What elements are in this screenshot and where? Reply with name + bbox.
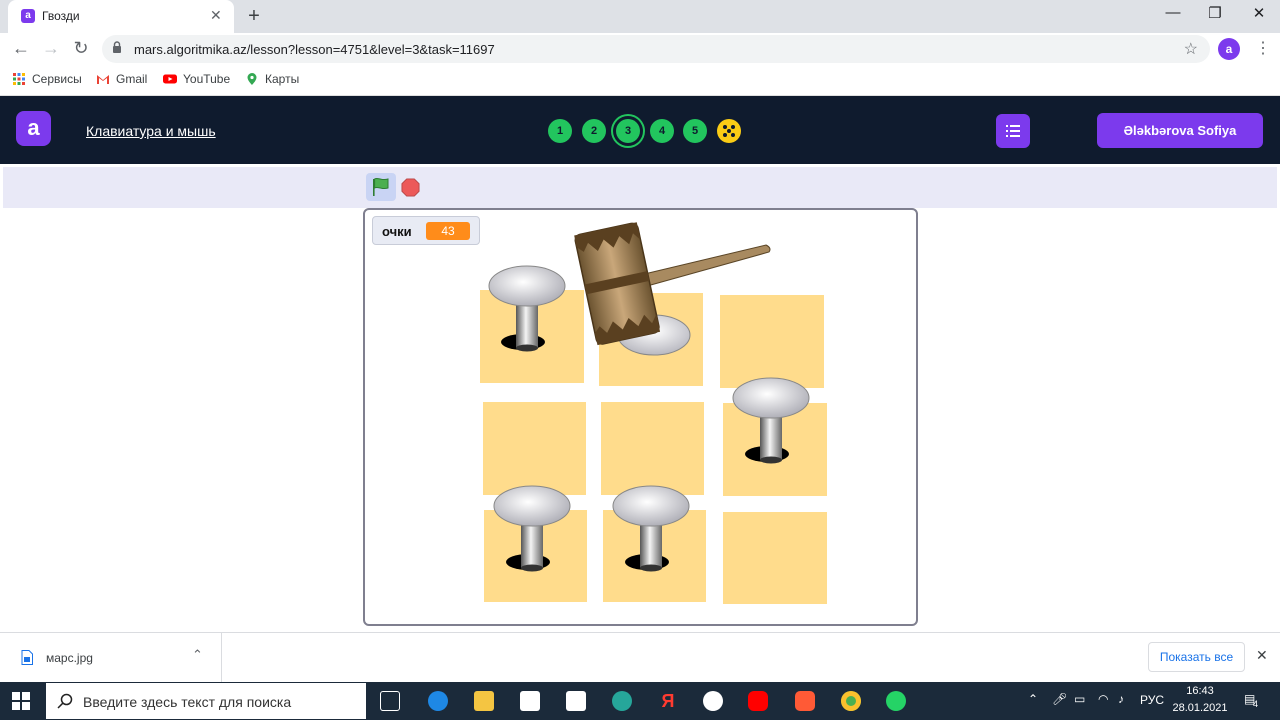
bookmark-star-icon[interactable]: ☆: [1184, 39, 1198, 59]
bookmark-label: Карты: [265, 72, 300, 86]
score-monitor: очки 43: [372, 216, 480, 245]
stage-controls-bar: [3, 167, 1277, 208]
score-value: 43: [426, 222, 470, 240]
list-icon: [1006, 125, 1020, 137]
level-1-button[interactable]: 1: [548, 119, 572, 143]
apps-grid-icon: [13, 73, 25, 85]
stop-button[interactable]: [401, 178, 420, 197]
download-item[interactable]: марс.jpg ⌃: [0, 633, 222, 683]
notification-count: 4: [1253, 699, 1259, 709]
youtube-app-icon[interactable]: [748, 691, 768, 711]
bookmark-maps[interactable]: Карты: [245, 72, 299, 86]
search-icon: [57, 693, 73, 709]
address-bar-row: ← → ↻ mars.algoritmika.az/lesson?lesson=…: [0, 33, 1280, 64]
lock-icon: [113, 41, 121, 53]
windows-start-icon[interactable]: [12, 692, 30, 710]
bookmark-label: Gmail: [116, 72, 148, 86]
show-all-downloads-button[interactable]: Показать все: [1148, 642, 1245, 672]
nail-sprite-r1c1[interactable]: [487, 262, 571, 358]
dice-icon: [723, 125, 735, 137]
close-download-bar-icon[interactable]: ✕: [1256, 647, 1268, 664]
download-file-name: марс.jpg: [46, 651, 93, 665]
reload-icon[interactable]: ↻: [70, 38, 92, 59]
search-placeholder: Введите здесь текст для поиска: [83, 694, 292, 710]
clock-date[interactable]: 28.01.2021: [1172, 702, 1228, 714]
course-title-link[interactable]: Клавиатура и мышь: [86, 123, 216, 139]
edge-new-icon[interactable]: [612, 691, 632, 711]
mail-icon[interactable]: [566, 691, 586, 711]
new-tab-button[interactable]: +: [244, 5, 264, 28]
bookmarks-bar: Сервисы Gmail YouTube Карты: [0, 64, 1280, 96]
language-indicator[interactable]: РУС: [1140, 693, 1164, 707]
tab-close-icon[interactable]: ✕: [210, 7, 222, 24]
url-text: mars.algoritmika.az/lesson?lesson=4751&l…: [134, 42, 495, 57]
chrome-icon[interactable]: [841, 691, 861, 711]
yandex-icon[interactable]: Я: [658, 691, 678, 711]
browser-tab[interactable]: a Гвозди ✕: [8, 0, 234, 33]
tab-favicon-icon: a: [21, 9, 35, 23]
nail-sprite-r3c1[interactable]: [492, 482, 576, 578]
file-explorer-icon[interactable]: [474, 691, 494, 711]
bookmark-label: YouTube: [183, 72, 231, 86]
edge-icon[interactable]: [428, 691, 448, 711]
taskbar-search-input[interactable]: Введите здесь текст для поиска: [46, 683, 366, 719]
maps-pin-icon: [247, 73, 257, 85]
battery-icon[interactable]: ▭: [1074, 692, 1085, 706]
green-flag-button[interactable]: [366, 173, 396, 201]
bookmark-gmail[interactable]: Gmail: [96, 72, 147, 86]
level-4-button[interactable]: 4: [650, 119, 674, 143]
level-3-button[interactable]: 3: [616, 119, 640, 143]
tray-chevron-icon[interactable]: ⌃: [1028, 692, 1038, 706]
minimize-button[interactable]: —: [1158, 4, 1188, 21]
wifi-icon[interactable]: ◠: [1098, 692, 1108, 706]
kebab-menu-icon[interactable]: ⋮: [1255, 38, 1271, 58]
hammer-sprite[interactable]: [566, 218, 776, 348]
clock-time[interactable]: 16:43: [1176, 685, 1224, 697]
nail-sprite-r3c2[interactable]: [611, 482, 695, 578]
url-field[interactable]: mars.algoritmika.az/lesson?lesson=4751&l…: [102, 35, 1210, 63]
close-window-button[interactable]: ✕: [1244, 4, 1274, 22]
level-2-button[interactable]: 2: [582, 119, 606, 143]
volume-icon[interactable]: ♪: [1118, 692, 1124, 706]
score-label: очки: [382, 224, 412, 239]
microphone-icon[interactable]: 🎤︎: [1052, 692, 1067, 706]
download-bar: марс.jpg ⌃ Показать все ✕: [0, 632, 1280, 683]
store-icon[interactable]: [520, 691, 540, 711]
gmail-icon: [97, 75, 109, 84]
bookmark-services[interactable]: Сервисы: [12, 72, 82, 86]
tab-title: Гвозди: [42, 9, 80, 23]
back-arrow-icon[interactable]: ←: [10, 38, 32, 59]
screen-recorder-icon[interactable]: [795, 691, 815, 711]
profile-avatar[interactable]: a: [1218, 38, 1240, 60]
level-5-button[interactable]: 5: [683, 119, 707, 143]
chevron-up-icon[interactable]: ⌃: [192, 647, 203, 663]
notifications-icon[interactable]: ▤ 4: [1240, 692, 1262, 710]
whatsapp-icon[interactable]: [886, 691, 906, 711]
nail-sprite-r2c3[interactable]: [731, 374, 815, 470]
youtube-icon: [163, 74, 177, 84]
green-flag-icon: [373, 177, 389, 196]
google-icon[interactable]: [703, 691, 723, 711]
image-file-icon: [21, 650, 33, 665]
algoritmika-logo[interactable]: a: [16, 111, 51, 146]
bonus-level-button[interactable]: [717, 119, 741, 143]
task-view-icon[interactable]: [380, 691, 400, 711]
app-header: a Клавиатура и мышь: [0, 96, 1280, 164]
bookmark-youtube[interactable]: YouTube: [163, 72, 230, 86]
browser-tab-strip: a Гвозди ✕ + — ❐ ✕: [0, 0, 1280, 33]
bookmark-label: Сервисы: [32, 72, 82, 86]
forward-arrow-icon[interactable]: →: [40, 38, 62, 59]
maximize-button[interactable]: ❐: [1200, 4, 1230, 22]
user-profile-button[interactable]: Ələkbərova Sofiya: [1097, 113, 1263, 148]
grid-tile-r3c3[interactable]: [723, 512, 827, 604]
task-list-button[interactable]: [996, 114, 1030, 148]
windows-taskbar: Введите здесь текст для поиска Я ⌃ 🎤︎ ▭ …: [0, 682, 1280, 720]
